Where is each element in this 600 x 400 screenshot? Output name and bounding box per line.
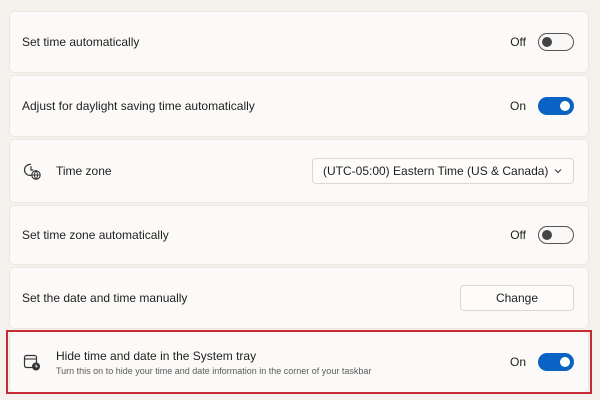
globe-clock-icon bbox=[22, 161, 42, 181]
set-time-zone-automatically-toggle[interactable] bbox=[538, 226, 574, 244]
hide-time-date-label: Hide time and date in the System tray bbox=[56, 348, 257, 363]
hide-time-date-description: Turn this on to hide your time and date … bbox=[56, 365, 372, 376]
set-time-automatically-state: Off bbox=[510, 35, 526, 49]
daylight-saving-state: On bbox=[509, 99, 526, 113]
chevron-down-icon bbox=[554, 169, 562, 174]
daylight-saving-toggle-group: On bbox=[510, 97, 574, 115]
daylight-saving-row: Adjust for daylight saving time automati… bbox=[10, 76, 588, 136]
set-time-automatically-label: Set time automatically bbox=[22, 35, 140, 49]
set-date-time-manually-row: Set the date and time manually Change bbox=[10, 268, 588, 328]
toggle-knob bbox=[560, 357, 570, 367]
daylight-saving-label: Adjust for daylight saving time automati… bbox=[22, 99, 255, 113]
set-time-automatically-toggle[interactable] bbox=[538, 33, 574, 51]
hide-time-date-toggle[interactable] bbox=[538, 353, 574, 371]
toggle-knob bbox=[542, 36, 552, 47]
daylight-saving-toggle[interactable] bbox=[538, 97, 574, 115]
set-time-zone-automatically-row: Set time zone automatically Off bbox=[10, 206, 588, 264]
set-time-zone-automatically-state: Off bbox=[510, 228, 526, 242]
change-button[interactable]: Change bbox=[460, 285, 574, 311]
time-zone-selected-value: (UTC-05:00) Eastern Time (US & Canada) bbox=[323, 164, 549, 178]
calendar-clock-icon bbox=[22, 352, 42, 372]
time-zone-label: Time zone bbox=[56, 164, 112, 178]
hide-time-date-state: On bbox=[509, 355, 526, 369]
toggle-knob bbox=[560, 101, 570, 111]
set-time-automatically-toggle-group: Off bbox=[510, 33, 574, 51]
time-zone-dropdown[interactable]: (UTC-05:00) Eastern Time (US & Canada) bbox=[312, 158, 574, 184]
hide-time-date-toggle-group: On bbox=[510, 353, 574, 371]
hide-time-date-tray-row: Hide time and date in the System tray Tu… bbox=[10, 332, 588, 392]
hide-time-date-text: Hide time and date in the System tray Tu… bbox=[56, 349, 371, 376]
date-time-settings-page: Set time automatically Off Adjust for da… bbox=[0, 0, 600, 400]
set-date-time-manually-label: Set the date and time manually bbox=[22, 291, 188, 305]
time-zone-row: Time zone (UTC-05:00) Eastern Time (US &… bbox=[10, 140, 588, 202]
set-time-zone-automatically-toggle-group: Off bbox=[510, 226, 574, 244]
set-time-zone-automatically-label: Set time zone automatically bbox=[22, 228, 169, 242]
toggle-knob bbox=[542, 229, 552, 240]
set-time-automatically-row: Set time automatically Off bbox=[10, 12, 588, 72]
